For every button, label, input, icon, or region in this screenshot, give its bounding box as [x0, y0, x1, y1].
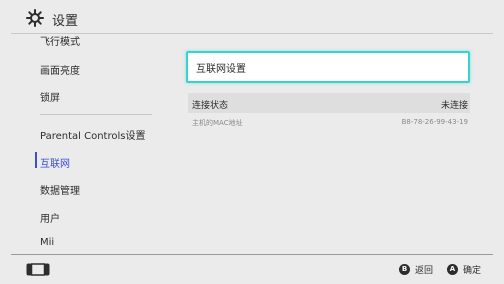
sidebar-item-screen-lock[interactable]: 锁屏 [40, 89, 60, 104]
a-button-icon: A [447, 264, 458, 275]
connection-status-label: 连接状态 [192, 101, 229, 111]
sidebar-divider [40, 114, 152, 115]
internet-settings-label: 互联网设置 [196, 64, 246, 75]
confirm-hint[interactable]: A 确定 [447, 263, 481, 276]
b-button-icon: B [399, 264, 410, 275]
header: 设置 [0, 0, 504, 34]
sidebar-item-screen-brightness[interactable]: 画面亮度 [40, 62, 80, 77]
footer: B 返回 A 确定 [0, 255, 504, 284]
mac-address-row: 主机的MAC地址 B8-78-26-99-43-19 [188, 117, 470, 131]
sidebar-item-data-management[interactable]: 数据管理 [40, 182, 80, 197]
internet-settings-button[interactable]: 互联网设置 [186, 51, 470, 83]
mac-address-value: B8-78-26-99-43-19 [401, 118, 468, 126]
sidebar-item-mii[interactable]: Mii [40, 237, 54, 248]
connection-status-row: 连接状态 未连接 [188, 93, 470, 113]
back-hint[interactable]: B 返回 [399, 263, 433, 276]
page-title: 设置 [52, 14, 79, 29]
main-content: 互联网设置 连接状态 未连接 主机的MAC地址 B8-78-26-99-43-1… [176, 34, 494, 253]
connection-status-value: 未连接 [440, 101, 468, 111]
console-icon [26, 263, 50, 276]
sidebar-item-users[interactable]: 用户 [40, 210, 60, 225]
back-label: 返回 [415, 266, 434, 276]
sidebar-item-airplane-mode[interactable]: 飞行模式 [40, 34, 80, 48]
sidebar: 飞行模式 画面亮度 锁屏 Parental Controls设置 互联网 数据管… [0, 34, 170, 253]
sidebar-item-internet[interactable]: 互联网 [40, 155, 70, 170]
sidebar-item-parental-controls[interactable]: Parental Controls设置 [40, 127, 145, 142]
mac-address-label: 主机的MAC地址 [192, 119, 243, 127]
confirm-label: 确定 [463, 266, 482, 276]
gear-icon [26, 9, 44, 27]
sidebar-selection-indicator [35, 152, 37, 168]
